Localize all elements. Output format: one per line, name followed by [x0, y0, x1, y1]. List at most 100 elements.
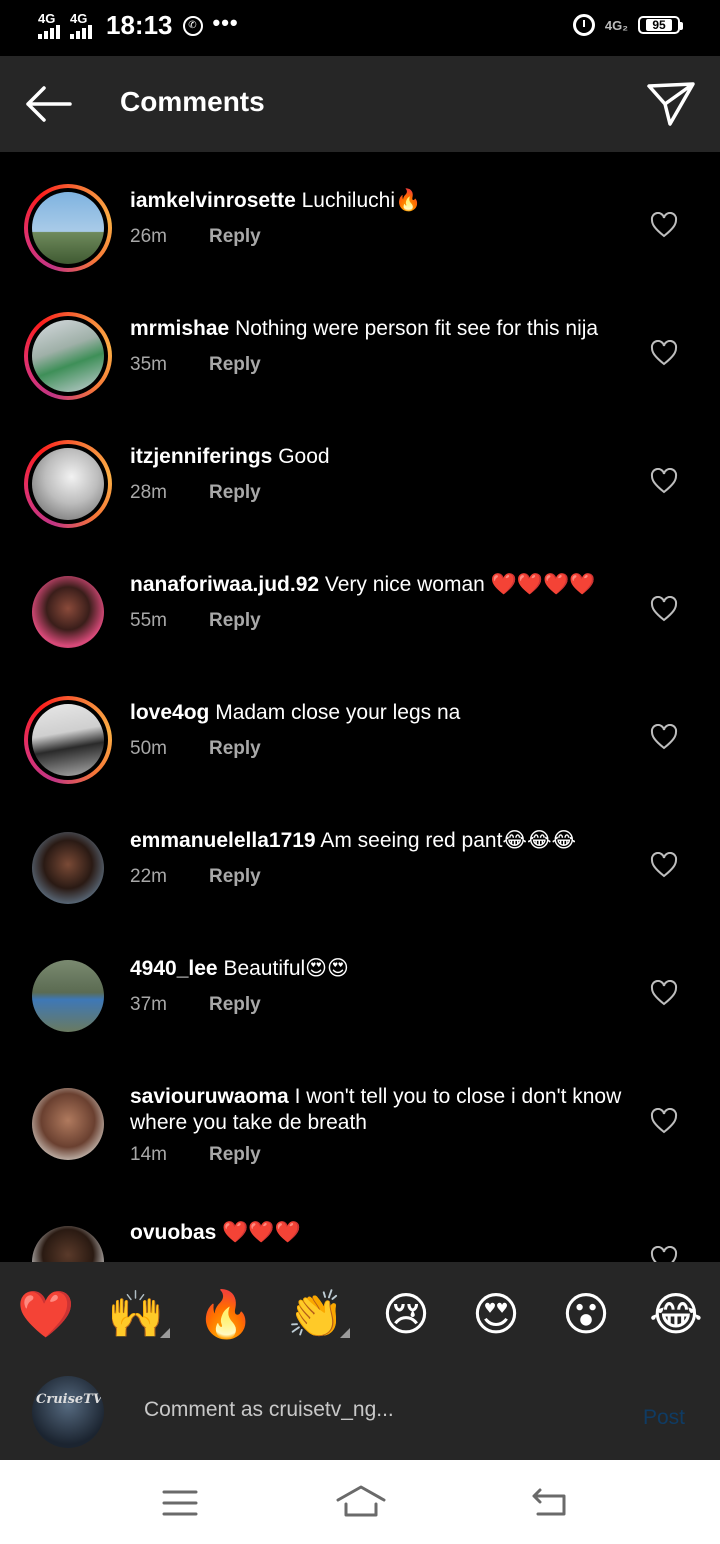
- avatar[interactable]: [24, 568, 112, 656]
- whatsapp-icon: ✆: [182, 15, 203, 36]
- comment-meta: 55m Reply: [130, 610, 261, 632]
- clock: 18:13: [106, 10, 173, 40]
- post-button[interactable]: Post: [643, 1406, 685, 1430]
- comment-meta: 26m Reply: [130, 226, 261, 248]
- like-heart-icon[interactable]: [650, 596, 678, 622]
- like-heart-icon[interactable]: [650, 852, 678, 878]
- comment-username[interactable]: nanaforiwaa.jud.92: [130, 573, 319, 596]
- avatar[interactable]: [24, 696, 112, 784]
- reply-button[interactable]: Reply: [209, 226, 261, 248]
- comment-text: 4940_lee Beautiful😍😍: [130, 956, 630, 982]
- reply-button[interactable]: Reply: [209, 1144, 261, 1166]
- avatar[interactable]: [24, 952, 112, 1040]
- comment-body: Very nice woman ❤️❤️❤️❤️: [324, 573, 596, 596]
- like-heart-icon[interactable]: [650, 1108, 678, 1134]
- comment-username[interactable]: ovuobas: [130, 1221, 216, 1244]
- back-icon[interactable]: [530, 1486, 568, 1518]
- reply-button[interactable]: Reply: [209, 354, 261, 376]
- more-notifications-icon: •••: [212, 9, 239, 35]
- comment-body: Good: [278, 445, 330, 468]
- like-heart-icon[interactable]: [650, 468, 678, 494]
- reply-button[interactable]: Reply: [209, 610, 261, 632]
- emoji-quick-reactions: ❤️ 🙌 🔥 👏 😢 😍 😮 😂: [0, 1262, 720, 1366]
- comment-username[interactable]: mrmishae: [130, 317, 229, 340]
- comment-time: 26m: [130, 226, 167, 247]
- comment-time: 55m: [130, 610, 167, 631]
- comment-text: mrmishae Nothing were person fit see for…: [130, 316, 630, 342]
- current-user-avatar: CruiseTV: [32, 1376, 104, 1448]
- comment-text: emmanuelella1719 Am seeing red pant😂😂😂: [130, 828, 630, 854]
- home-icon[interactable]: [336, 1484, 386, 1518]
- comment-body: ❤️❤️❤️: [222, 1221, 301, 1244]
- comment-composer: CruiseTV Comment as cruisetv_ng... Post: [0, 1366, 720, 1460]
- comment-username[interactable]: saviouruwaoma: [130, 1085, 289, 1108]
- back-arrow-icon[interactable]: [22, 84, 74, 124]
- skin-tone-indicator-icon: [340, 1328, 350, 1338]
- heart-emoji-button[interactable]: ❤️: [17, 1288, 74, 1340]
- comment-input[interactable]: Comment as cruisetv_ng...: [144, 1398, 394, 1422]
- surprised-face-emoji-button[interactable]: 😮: [560, 1288, 612, 1340]
- alarm-icon: [572, 14, 595, 36]
- comment-time: 50m: [130, 738, 167, 759]
- heart-eyes-emoji-button[interactable]: 😍: [470, 1288, 522, 1340]
- comment-body: Beautiful😍😍: [223, 957, 349, 980]
- top-app-bar: Comments: [0, 56, 720, 152]
- comment-text: saviouruwaoma I won't tell you to close …: [130, 1084, 630, 1136]
- comment-body: Madam close your legs na: [215, 701, 461, 724]
- sim1-network-label: 4G: [38, 10, 56, 26]
- clapping-hands-emoji-button[interactable]: 👏: [287, 1288, 344, 1340]
- direct-share-icon[interactable]: [646, 80, 696, 128]
- network-type: 4G₂: [604, 17, 628, 33]
- comment-list[interactable]: iamkelvinrosette Luchiluchi🔥 26m Reply m…: [0, 152, 720, 1262]
- avatar[interactable]: [24, 312, 112, 400]
- avatar[interactable]: [24, 440, 112, 528]
- comment-username[interactable]: iamkelvinrosette: [130, 189, 296, 212]
- comment-username[interactable]: 4940_lee: [130, 957, 218, 980]
- reply-button[interactable]: Reply: [209, 866, 261, 888]
- comment-username[interactable]: emmanuelella1719: [130, 829, 316, 852]
- comment-text: iamkelvinrosette Luchiluchi🔥: [130, 188, 630, 214]
- comment-time: 37m: [130, 994, 167, 1015]
- reply-button[interactable]: Reply: [209, 482, 261, 504]
- comment-text: ovuobas ❤️❤️❤️: [130, 1220, 630, 1246]
- avatar[interactable]: [24, 1218, 112, 1262]
- comment-meta: 50m Reply: [130, 738, 261, 760]
- comment-body: Nothing were person fit see for this nij…: [235, 317, 599, 340]
- signal-icon-sim2: 4G: [70, 10, 92, 39]
- menu-icon[interactable]: [162, 1488, 198, 1518]
- comment-meta: 35m Reply: [130, 354, 261, 376]
- battery-icon: 95: [638, 16, 683, 34]
- crying-face-emoji-button[interactable]: 😢: [380, 1288, 432, 1340]
- sim2-network-label: 4G: [70, 10, 88, 26]
- skin-tone-indicator-icon: [160, 1328, 170, 1338]
- comment-username[interactable]: love4og: [130, 701, 209, 724]
- comment-body: Luchiluchi🔥: [301, 189, 422, 212]
- comment-text: nanaforiwaa.jud.92 Very nice woman ❤️❤️❤…: [130, 572, 630, 598]
- system-navigation-bar: [0, 1460, 720, 1544]
- comment-time: 28m: [130, 482, 167, 503]
- fire-emoji-button[interactable]: 🔥: [197, 1288, 254, 1340]
- tears-of-joy-emoji-button[interactable]: 😂: [649, 1288, 703, 1340]
- comment-time: 35m: [130, 354, 167, 375]
- like-heart-icon[interactable]: [650, 212, 678, 238]
- comment-meta: 14m Reply: [130, 1144, 261, 1166]
- avatar[interactable]: [24, 184, 112, 272]
- comment-time: 14m: [130, 1144, 167, 1165]
- reply-button[interactable]: Reply: [209, 994, 261, 1016]
- status-bar: 4G 4G 18:13 ✆ ••• 4G₂ 95: [0, 0, 720, 56]
- raising-hands-emoji-button[interactable]: 🙌: [107, 1288, 164, 1340]
- like-heart-icon[interactable]: [650, 980, 678, 1006]
- comment-time: 22m: [130, 866, 167, 887]
- comment-text: love4og Madam close your legs na: [130, 700, 630, 726]
- like-heart-icon[interactable]: [650, 724, 678, 750]
- comment-body: Am seeing red pant😂😂😂: [320, 829, 577, 852]
- avatar[interactable]: [24, 1080, 112, 1168]
- reply-button[interactable]: Reply: [209, 738, 261, 760]
- comment-meta: 28m Reply: [130, 482, 261, 504]
- avatar[interactable]: [24, 824, 112, 912]
- page-title: Comments: [120, 86, 265, 117]
- avatar-logo-text: CruiseTV: [36, 1392, 103, 1407]
- comment-username[interactable]: itzjenniferings: [130, 445, 272, 468]
- like-heart-icon[interactable]: [650, 1246, 678, 1262]
- like-heart-icon[interactable]: [650, 340, 678, 366]
